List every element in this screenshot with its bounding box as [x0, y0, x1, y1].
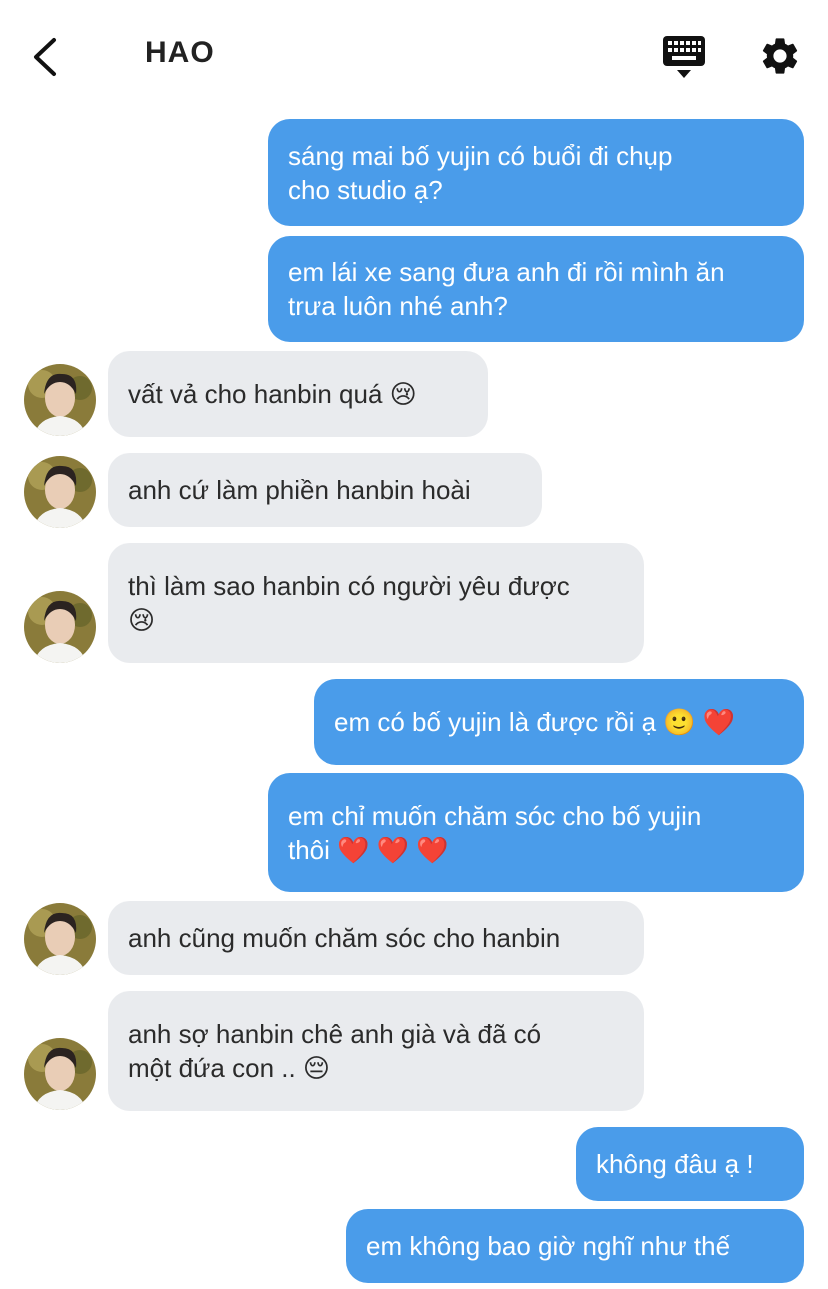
message-bubble-incoming[interactable]: anh sợ hanbin chê anh già và đã có một đ…	[108, 991, 644, 1111]
message-bubble-incoming[interactable]: anh cứ làm phiền hanbin hoài	[108, 453, 542, 527]
message-bubble-outgoing[interactable]: em có bố yujin là được rồi ạ 🙂 ❤️	[314, 679, 804, 765]
message-bubble-outgoing[interactable]: sáng mai bố yujin có buổi đi chụp cho st…	[268, 119, 804, 226]
message-bubble-outgoing[interactable]: em chỉ muốn chăm sóc cho bố yujin thôi ❤…	[268, 773, 804, 892]
message-bubble-outgoing[interactable]: em lái xe sang đưa anh đi rồi mình ăn tr…	[268, 236, 804, 342]
message-bubble-incoming[interactable]: vất vả cho hanbin quá 😢	[108, 351, 488, 437]
settings-button[interactable]	[758, 34, 802, 78]
chevron-left-icon	[34, 38, 56, 76]
message-bubble-incoming[interactable]: anh cũng muốn chăm sóc cho hanbin	[108, 901, 644, 975]
message-bubble-incoming[interactable]: thì làm sao hanbin có người yêu được 😢	[108, 543, 644, 663]
message-bubble-outgoing[interactable]: em không bao giờ nghĩ như thế	[346, 1209, 804, 1283]
avatar[interactable]	[24, 1038, 96, 1110]
chat-title[interactable]: HAO	[145, 36, 215, 70]
message-bubble-outgoing[interactable]: không đâu ạ !	[576, 1127, 804, 1201]
avatar[interactable]	[24, 903, 96, 975]
keyboard-icon	[663, 36, 705, 78]
keyboard-button[interactable]	[660, 34, 708, 80]
avatar[interactable]	[24, 456, 96, 528]
gear-icon	[762, 38, 798, 74]
avatar[interactable]	[24, 364, 96, 436]
chat-header: HAO	[0, 0, 828, 110]
avatar[interactable]	[24, 591, 96, 663]
back-button[interactable]	[28, 34, 68, 80]
